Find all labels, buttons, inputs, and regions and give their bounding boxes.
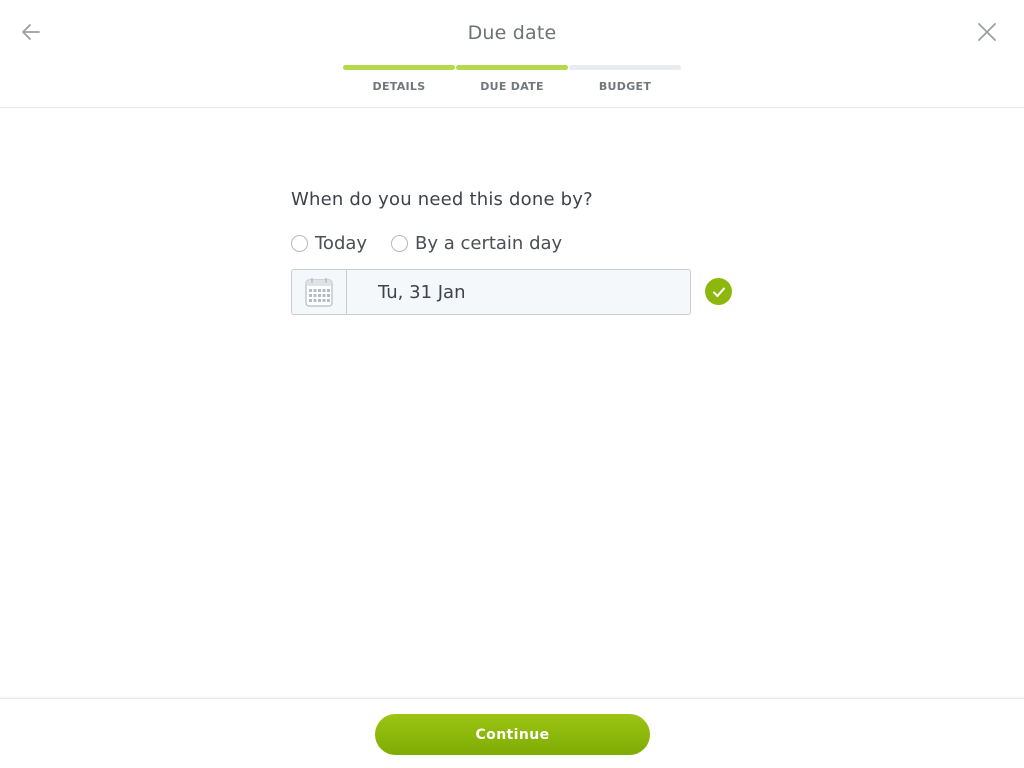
radio-label: Today (315, 232, 368, 254)
progress-step-label: DUE DATE (480, 80, 544, 93)
due-date-question: When do you need this done by? (291, 189, 593, 210)
radio-option-today[interactable]: Today (291, 230, 367, 256)
radio-label: By a certain day (415, 232, 563, 254)
progress-step-due-date: DUE DATE (456, 65, 568, 105)
page-title: Due date (467, 22, 557, 44)
footer: Continue (0, 698, 1024, 768)
progress-step-budget: BUDGET (569, 65, 681, 105)
radio-button-today[interactable] (291, 234, 308, 252)
header: Due date DETAILS DUE DATE BUDGET (0, 0, 1024, 108)
progress-bar (343, 65, 455, 70)
close-icon (978, 23, 996, 41)
close-button[interactable] (972, 17, 1002, 47)
progress-step-details: DETAILS (343, 65, 455, 105)
date-value: Tu, 31 Jan (378, 281, 466, 303)
valid-status-badge (705, 278, 732, 305)
continue-button[interactable]: Continue (375, 714, 650, 755)
progress-step-label: BUDGET (598, 80, 652, 93)
calendar-button[interactable] (292, 270, 347, 314)
radio-button-certain-day[interactable] (391, 234, 408, 252)
progress-step-label: DETAILS (372, 80, 426, 93)
calendar-icon (305, 278, 333, 307)
radio-option-certain-day[interactable]: By a certain day (391, 230, 562, 256)
progress-steps: DETAILS DUE DATE BUDGET (343, 65, 681, 105)
date-picker-field[interactable]: Tu, 31 Jan (291, 269, 691, 315)
progress-bar (456, 65, 568, 70)
progress-bar (569, 65, 681, 70)
checkmark-icon (712, 287, 725, 297)
